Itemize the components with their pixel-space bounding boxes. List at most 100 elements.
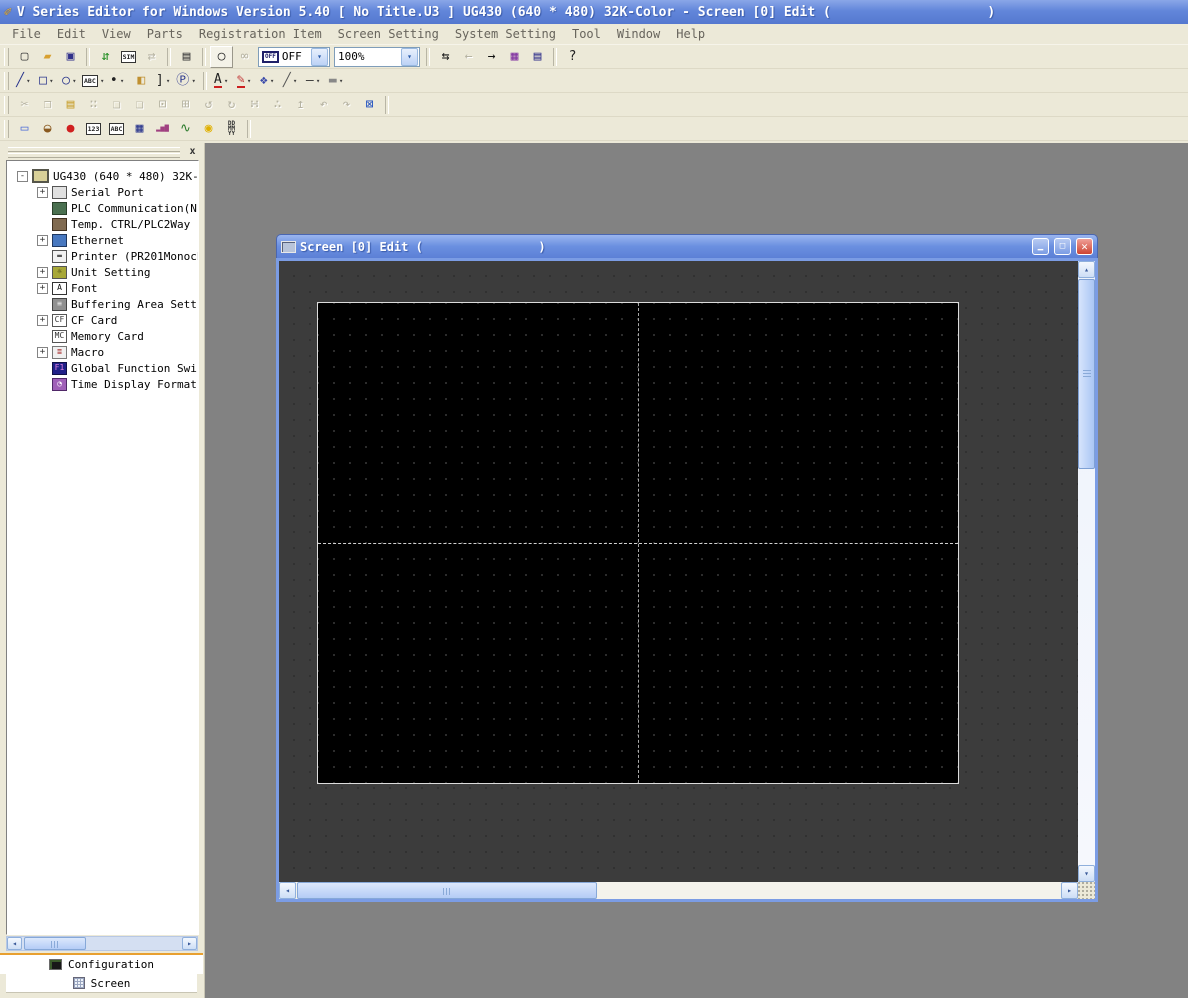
scroll-left-button[interactable]: ◂ — [279, 882, 296, 899]
tree-expander[interactable]: + — [37, 315, 48, 326]
chevron-down-icon[interactable]: ▾ — [118, 77, 127, 85]
menu-screen-setting[interactable]: Screen Setting — [330, 25, 447, 43]
tab-configuration[interactable]: Configuration — [0, 955, 203, 974]
parts-place-button[interactable]: Ⓟ▾ — [176, 70, 199, 92]
scroll-up-button[interactable]: ▴ — [1078, 261, 1095, 278]
alarm-lamp-part-button[interactable]: ● — [59, 118, 82, 140]
date-display-part-button[interactable]: DD MM YY — [220, 118, 243, 140]
line-width-button[interactable]: —▾ — [303, 70, 326, 92]
next-screen-button[interactable]: → — [480, 46, 503, 68]
screen-area[interactable] — [318, 303, 958, 783]
chevron-down-icon[interactable]: ▾ — [189, 77, 198, 85]
window-titlebar[interactable]: Screen [0] Edit ( ) ▁ □ ✕ — [276, 234, 1098, 258]
chevron-down-icon[interactable]: ▾ — [222, 77, 231, 85]
scrollbar-thumb[interactable] — [297, 882, 597, 899]
tree-item-serial-port[interactable]: +Serial Port — [7, 184, 198, 200]
text-tool-button[interactable]: ABC▾ — [82, 70, 107, 92]
edit-canvas[interactable] — [279, 261, 1078, 882]
grid-combo[interactable]: OFFOFF▾ — [258, 47, 330, 67]
tree-expander[interactable]: + — [37, 283, 48, 294]
tree-item-cf-card[interactable]: +CFCF Card — [7, 312, 198, 328]
simulator-button[interactable]: SIM — [117, 46, 140, 68]
graph-part-button[interactable]: ▂▅▇ — [151, 118, 174, 140]
panel-close-button[interactable]: x — [186, 145, 199, 158]
tree-scrollbar-horizontal[interactable]: ◂ ▸ — [6, 936, 198, 951]
menu-edit[interactable]: Edit — [49, 25, 94, 43]
chevron-down-icon[interactable]: ▾ — [164, 77, 173, 85]
item-list-button[interactable]: ▤ — [526, 46, 549, 68]
chevron-down-icon[interactable]: ▾ — [337, 77, 346, 85]
scale-tool-button[interactable]: ]▾ — [153, 70, 176, 92]
dot-tool-button[interactable]: •▾ — [107, 70, 130, 92]
tree-item-memory-card[interactable]: MCMemory Card — [7, 328, 198, 344]
ellipse-tool-button[interactable]: ○▾ — [59, 70, 82, 92]
scroll-right-button[interactable]: ▸ — [182, 937, 197, 950]
char-display-part-button[interactable]: ABC — [105, 118, 128, 140]
save-button[interactable]: ▣ — [59, 46, 82, 68]
scroll-down-button[interactable]: ▾ — [1078, 865, 1095, 882]
help-button[interactable]: ? — [561, 46, 584, 68]
pen-color-button[interactable]: ✎▾ — [234, 70, 257, 92]
maximize-button[interactable]: □ — [1054, 238, 1071, 255]
zoom-button[interactable]: ○ — [210, 46, 233, 68]
scroll-right-button[interactable]: ▸ — [1061, 882, 1078, 899]
tree-item-temp-ctrl[interactable]: Temp. CTRL/PLC2Way — [7, 216, 198, 232]
fill-pattern-button[interactable]: ▬▾ — [326, 70, 349, 92]
chevron-down-icon[interactable]: ▾ — [401, 48, 418, 66]
menu-parts[interactable]: Parts — [139, 25, 191, 43]
tree-item-global-function-switch[interactable]: F1Global Function Swi — [7, 360, 198, 376]
resize-grip[interactable] — [1078, 882, 1095, 899]
panel-drag-handle[interactable] — [8, 146, 180, 159]
paste-button[interactable]: ▤ — [59, 94, 82, 116]
menu-file[interactable]: File — [4, 25, 49, 43]
jump-button[interactable]: ⇆ — [434, 46, 457, 68]
menu-window[interactable]: Window — [609, 25, 668, 43]
tree-item-plc-communication[interactable]: PLC Communication(N — [7, 200, 198, 216]
menu-system-setting[interactable]: System Setting — [447, 25, 564, 43]
screen-list-button[interactable]: ▦ — [503, 46, 526, 68]
char-color-button[interactable]: A▾ — [211, 70, 234, 92]
zoom-combo[interactable]: 100%▾ — [334, 47, 420, 67]
menu-registration-item[interactable]: Registration Item — [191, 25, 330, 43]
tree-item-unit-setting[interactable]: +☼Unit Setting — [7, 264, 198, 280]
tab-screen[interactable]: Screen — [6, 974, 197, 993]
numeric-display-part-button[interactable]: 123 — [82, 118, 105, 140]
tree-expander[interactable]: + — [37, 235, 48, 246]
line-type-button[interactable]: ╱▾ — [280, 70, 303, 92]
tree-item-macro[interactable]: +≣Macro — [7, 344, 198, 360]
paint-tool-button[interactable]: ◧ — [130, 70, 153, 92]
tree-item-time-display-format[interactable]: ◔Time Display Format — [7, 376, 198, 392]
chevron-down-icon[interactable]: ▾ — [311, 48, 328, 66]
menu-tool[interactable]: Tool — [564, 25, 609, 43]
trend-part-button[interactable]: ∿ — [174, 118, 197, 140]
scrollbar-thumb[interactable] — [1078, 279, 1095, 469]
transfer-button[interactable]: ⇵ — [94, 46, 117, 68]
minimize-button[interactable]: ▁ — [1032, 238, 1049, 255]
open-file-button[interactable]: ▰ — [36, 46, 59, 68]
rect-tool-button[interactable]: □▾ — [36, 70, 59, 92]
palette-button[interactable]: ❖▾ — [257, 70, 280, 92]
tree-expander[interactable]: - — [17, 171, 28, 182]
switch-part-button[interactable]: ▭ — [13, 118, 36, 140]
chevron-down-icon[interactable]: ▾ — [98, 77, 107, 85]
tree-item-ethernet[interactable]: +Ethernet — [7, 232, 198, 248]
tree-expander[interactable]: + — [37, 267, 48, 278]
tree-expander[interactable]: + — [37, 347, 48, 358]
alarm-bell-part-button[interactable]: ◉ — [197, 118, 220, 140]
scrollbar-thumb[interactable] — [24, 937, 86, 950]
tree-expander[interactable]: + — [37, 187, 48, 198]
chevron-down-icon[interactable]: ▾ — [245, 77, 254, 85]
lamp-part-button[interactable]: ◒ — [36, 118, 59, 140]
tree-item-font[interactable]: +AFont — [7, 280, 198, 296]
new-file-button[interactable]: ▢ — [13, 46, 36, 68]
tree-item-buffering-area[interactable]: ≡Buffering Area Sett — [7, 296, 198, 312]
scrollbar-horizontal[interactable]: ◂ ▸ — [279, 882, 1078, 899]
scroll-left-button[interactable]: ◂ — [7, 937, 22, 950]
chevron-down-icon[interactable]: ▾ — [314, 77, 323, 85]
tree-item-printer[interactable]: ▬Printer (PR201Monoch — [7, 248, 198, 264]
select-mode-button[interactable]: ⊠ — [358, 94, 381, 116]
chevron-down-icon[interactable]: ▾ — [268, 77, 277, 85]
menu-view[interactable]: View — [94, 25, 139, 43]
chevron-down-icon[interactable]: ▾ — [291, 77, 300, 85]
scrollbar-vertical[interactable]: ▴ ▾ — [1078, 261, 1095, 882]
